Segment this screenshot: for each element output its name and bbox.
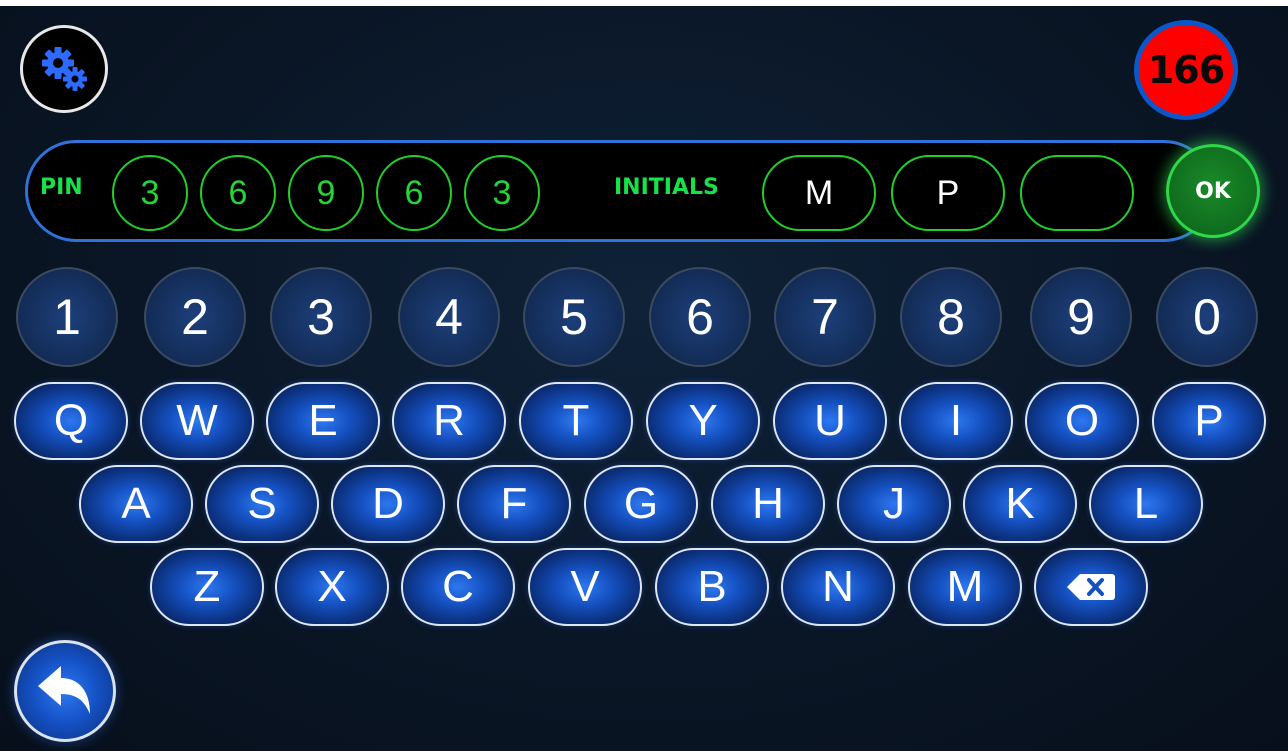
key-m[interactable]: M [908,548,1022,626]
key-k[interactable]: K [963,465,1077,543]
key-h[interactable]: H [711,465,825,543]
settings-button[interactable] [20,25,108,113]
key-d[interactable]: D [331,465,445,543]
pin-digit-3[interactable]: 9 [288,155,364,231]
initial-slot-3[interactable] [1020,155,1134,231]
initial-slot-1[interactable]: M [762,155,876,231]
key-f[interactable]: F [457,465,571,543]
key-j[interactable]: J [837,465,951,543]
key-l[interactable]: L [1089,465,1203,543]
key-e[interactable]: E [266,382,380,460]
pin-digit-5[interactable]: 3 [464,155,540,231]
gears-icon [42,47,87,91]
pin-digit-2[interactable]: 6 [200,155,276,231]
key-y[interactable]: Y [646,382,760,460]
counter-badge: 166 [1134,20,1238,120]
key-7[interactable]: 7 [774,267,876,367]
backspace-key[interactable] [1034,548,1148,626]
key-6[interactable]: 6 [649,267,751,367]
key-n[interactable]: N [781,548,895,626]
key-a[interactable]: A [79,465,193,543]
key-o[interactable]: O [1025,382,1139,460]
top-edge [0,0,1288,6]
key-2[interactable]: 2 [144,267,246,367]
pin-digit-1[interactable]: 3 [112,155,188,231]
key-r[interactable]: R [392,382,506,460]
key-3[interactable]: 3 [270,267,372,367]
key-q[interactable]: Q [14,382,128,460]
key-4[interactable]: 4 [398,267,500,367]
ok-button[interactable]: OK [1166,144,1260,238]
pin-label: PIN [40,175,83,200]
key-g[interactable]: G [584,465,698,543]
key-1[interactable]: 1 [16,267,118,367]
back-button[interactable] [14,640,116,742]
initials-label: INITIALS [614,175,719,200]
key-0[interactable]: 0 [1156,267,1258,367]
initial-slot-2[interactable]: P [891,155,1005,231]
back-arrow-icon [38,666,90,714]
backspace-icon [1067,574,1115,600]
key-c[interactable]: C [401,548,515,626]
key-5[interactable]: 5 [523,267,625,367]
key-p[interactable]: P [1152,382,1266,460]
key-z[interactable]: Z [150,548,264,626]
pin-digit-4[interactable]: 6 [376,155,452,231]
counter-value: 166 [1139,25,1233,115]
key-9[interactable]: 9 [1030,267,1132,367]
key-t[interactable]: T [519,382,633,460]
key-i[interactable]: I [899,382,1013,460]
key-u[interactable]: U [773,382,887,460]
key-v[interactable]: V [528,548,642,626]
key-s[interactable]: S [205,465,319,543]
key-b[interactable]: B [655,548,769,626]
key-w[interactable]: W [140,382,254,460]
key-8[interactable]: 8 [900,267,1002,367]
key-x[interactable]: X [275,548,389,626]
